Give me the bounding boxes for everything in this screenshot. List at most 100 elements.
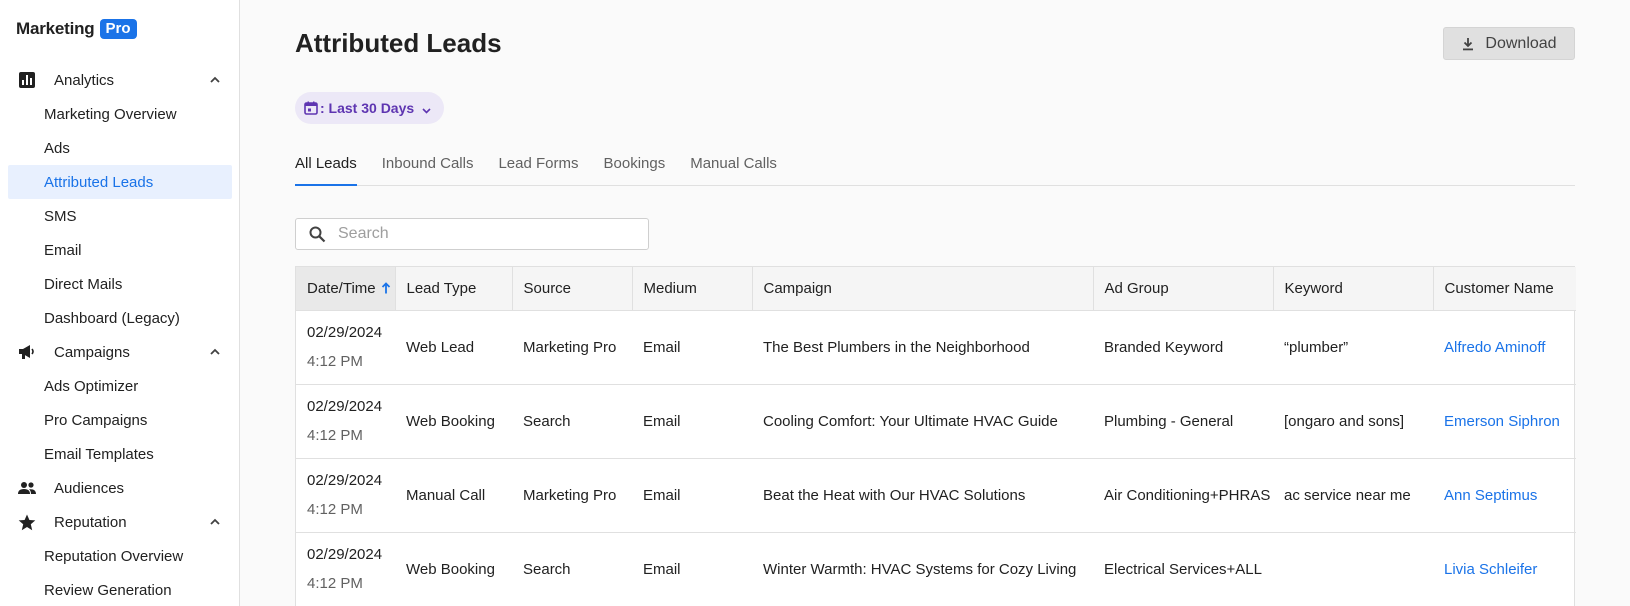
- sidebar: Marketing Pro Analytics Marketing Overvi…: [0, 0, 240, 606]
- column-header-campaign[interactable]: Campaign: [752, 267, 1094, 311]
- campaign-cell: Cooling Comfort: Your Ultimate HVAC Guid…: [752, 384, 1093, 459]
- sidebar-section-reputation[interactable]: Reputation: [8, 505, 232, 539]
- brand-logo[interactable]: Marketing Pro: [16, 19, 137, 39]
- sidebar-item-email[interactable]: Email: [8, 233, 232, 267]
- column-header-source[interactable]: Source: [512, 267, 633, 311]
- time-text: 4:12 PM: [307, 427, 363, 444]
- search-icon: [309, 226, 326, 243]
- download-label: Download: [1485, 34, 1557, 52]
- sidebar-item-ads-optimizer[interactable]: Ads Optimizer: [8, 369, 232, 403]
- lead-type-cell: Web Lead: [395, 310, 512, 385]
- date-range-filter[interactable]: : Last 30 Days: [295, 92, 445, 124]
- chevron-up-icon[interactable]: [208, 345, 222, 359]
- source-cell: Marketing Pro: [512, 310, 632, 385]
- ad-group-cell: Branded Keyword: [1093, 310, 1273, 385]
- download-icon: [1461, 37, 1475, 51]
- sort-arrow-up-icon[interactable]: [381, 281, 391, 294]
- time-text: 4:12 PM: [307, 353, 363, 370]
- date-time-cell: 02/29/2024 4:12 PM: [296, 458, 395, 533]
- sidebar-section-label: Campaigns: [54, 343, 130, 361]
- column-header-ad-group[interactable]: Ad Group: [1093, 267, 1274, 311]
- table-header-row: Date/Time Lead Type Source Medium Campai…: [296, 267, 1576, 311]
- customer-name-link[interactable]: Alfredo Aminoff: [1433, 310, 1576, 385]
- search-box: [295, 218, 649, 250]
- date-time-cell: 02/29/2024 4:12 PM: [296, 310, 395, 385]
- sidebar-item-review-generation[interactable]: Review Generation: [8, 573, 232, 606]
- keyword-cell: “plumber”: [1273, 310, 1433, 385]
- megaphone-icon: [18, 343, 36, 361]
- download-button[interactable]: Download: [1443, 27, 1575, 60]
- chevron-up-icon[interactable]: [208, 515, 222, 529]
- bar-chart-icon: [18, 71, 36, 89]
- date-text: 02/29/2024: [307, 472, 383, 489]
- sidebar-section-audiences[interactable]: Audiences: [8, 471, 232, 505]
- sidebar-item-pro-campaigns[interactable]: Pro Campaigns: [8, 403, 232, 437]
- main-content: Attributed Leads Download : Last 30 Days…: [295, 0, 1576, 606]
- sidebar-section-analytics[interactable]: Analytics: [8, 63, 232, 97]
- leads-table: Date/Time Lead Type Source Medium Campai…: [295, 266, 1576, 606]
- customer-name-link[interactable]: Ann Septimus: [1433, 458, 1576, 533]
- sidebar-section-label: Analytics: [54, 71, 115, 89]
- tab-bookings[interactable]: Bookings: [604, 150, 666, 186]
- date-time-cell: 02/29/2024 4:12 PM: [296, 532, 395, 606]
- tab-all-leads[interactable]: All Leads: [295, 150, 357, 186]
- date-time-cell: 02/29/2024 4:12 PM: [296, 384, 395, 459]
- page-title: Attributed Leads: [295, 28, 502, 58]
- lead-tabs: All Leads Inbound Calls Lead Forms Booki…: [295, 150, 1575, 186]
- ad-group-cell: Electrical Services+ALL: [1093, 532, 1273, 606]
- date-range-label: : Last 30 Days: [320, 100, 415, 116]
- column-header-keyword[interactable]: Keyword: [1273, 267, 1434, 311]
- customer-name-link[interactable]: Livia Schleifer: [1433, 532, 1576, 606]
- tab-lead-forms[interactable]: Lead Forms: [498, 150, 578, 186]
- calendar-icon: [304, 101, 318, 115]
- sidebar-nav: Analytics Marketing Overview Ads Attribu…: [8, 63, 232, 606]
- people-icon: [18, 479, 36, 497]
- sidebar-section-campaigns[interactable]: Campaigns: [8, 335, 232, 369]
- sidebar-item-marketing-overview[interactable]: Marketing Overview: [8, 97, 232, 131]
- column-header-medium[interactable]: Medium: [632, 267, 753, 311]
- column-header-lead-type[interactable]: Lead Type: [395, 267, 513, 311]
- sidebar-item-reputation-overview[interactable]: Reputation Overview: [8, 539, 232, 573]
- table-row[interactable]: 02/29/2024 4:12 PM Web Booking Search Ema…: [296, 384, 1576, 459]
- lead-type-cell: Web Booking: [395, 532, 512, 606]
- table-row[interactable]: 02/29/2024 4:12 PM Web Booking Search Ema…: [296, 532, 1576, 606]
- medium-cell: Email: [632, 458, 752, 533]
- ad-group-cell: Air Conditioning+PHRAS: [1093, 458, 1273, 533]
- sidebar-item-sms[interactable]: SMS: [8, 199, 232, 233]
- table-row[interactable]: 02/29/2024 4:12 PM Web Lead Marketing Pro…: [296, 310, 1576, 385]
- search-input[interactable]: [338, 225, 638, 243]
- sidebar-item-dashboard-legacy[interactable]: Dashboard (Legacy): [8, 301, 232, 335]
- sidebar-item-attributed-leads[interactable]: Attributed Leads: [8, 165, 232, 199]
- sidebar-item-ads[interactable]: Ads: [8, 131, 232, 165]
- star-icon: [18, 513, 36, 531]
- campaign-cell: Winter Warmth: HVAC Systems for Cozy Liv…: [752, 532, 1093, 606]
- medium-cell: Email: [632, 384, 752, 459]
- keyword-cell: ac service near me: [1273, 458, 1433, 533]
- tab-manual-calls[interactable]: Manual Calls: [690, 150, 777, 186]
- source-cell: Marketing Pro: [512, 458, 632, 533]
- chevron-up-icon[interactable]: [208, 73, 222, 87]
- column-header-date-time[interactable]: Date/Time: [296, 267, 396, 311]
- column-header-label: Date/Time: [307, 279, 376, 297]
- medium-cell: Email: [632, 532, 752, 606]
- sidebar-item-direct-mails[interactable]: Direct Mails: [8, 267, 232, 301]
- customer-name-link[interactable]: Emerson Siphron: [1433, 384, 1576, 459]
- column-header-customer-name[interactable]: Customer Name: [1433, 267, 1576, 311]
- brand-pro-badge: Pro: [99, 19, 137, 39]
- table-row[interactable]: 02/29/2024 4:12 PM Manual Call Marketing …: [296, 458, 1576, 533]
- source-cell: Search: [512, 384, 632, 459]
- sidebar-section-label: Reputation: [54, 513, 127, 531]
- chevron-down-icon: [421, 103, 432, 114]
- date-text: 02/29/2024: [307, 324, 383, 341]
- sidebar-section-label: Audiences: [54, 479, 125, 497]
- campaign-cell: Beat the Heat with Our HVAC Solutions: [752, 458, 1093, 533]
- time-text: 4:12 PM: [307, 575, 363, 592]
- sidebar-item-email-templates[interactable]: Email Templates: [8, 437, 232, 471]
- keyword-cell: [ongaro and sons]: [1273, 384, 1433, 459]
- brand-name: Marketing: [16, 19, 95, 38]
- ad-group-cell: Plumbing - General: [1093, 384, 1273, 459]
- date-text: 02/29/2024: [307, 398, 383, 415]
- lead-type-cell: Manual Call: [395, 458, 512, 533]
- tab-inbound-calls[interactable]: Inbound Calls: [382, 150, 474, 186]
- date-text: 02/29/2024: [307, 546, 383, 563]
